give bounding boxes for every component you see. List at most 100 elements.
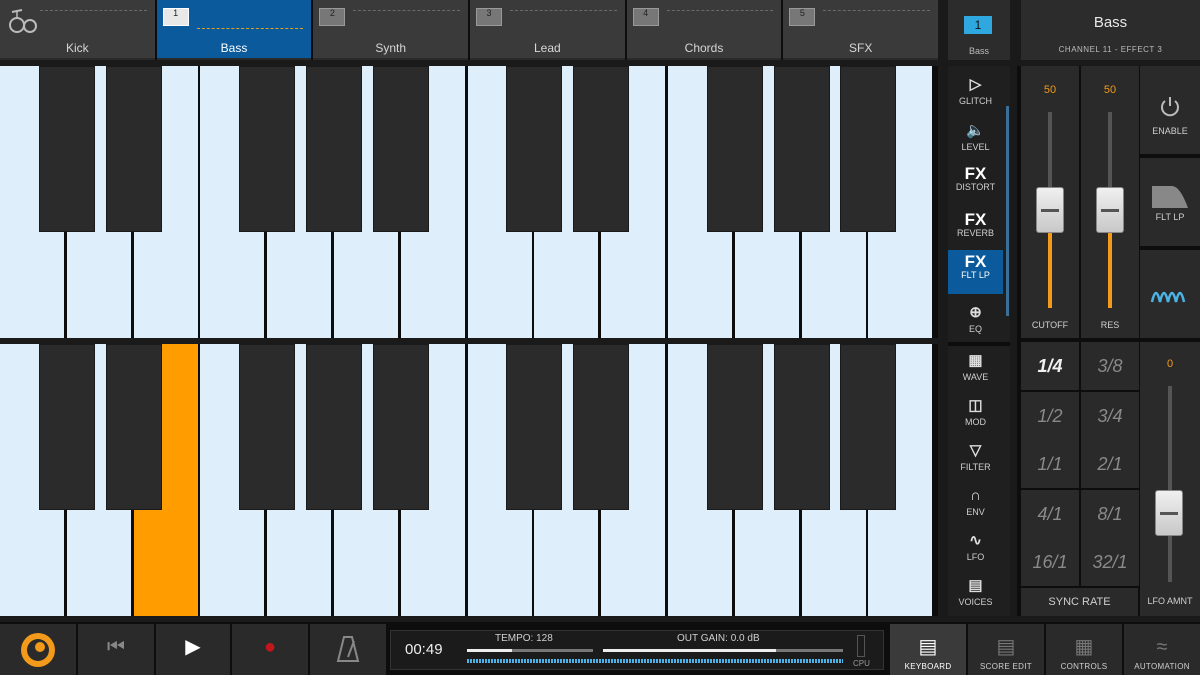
- tool-glitch[interactable]: ▷ GLITCH: [948, 70, 1003, 114]
- tool-label: WAVE: [962, 372, 989, 382]
- tempo-slider-fill: [467, 649, 513, 652]
- track-name: Chords: [684, 41, 724, 55]
- black-key[interactable]: [774, 66, 830, 232]
- sync-rate-option[interactable]: 8/1: [1081, 490, 1139, 538]
- tool-scrollbar[interactable]: [1006, 106, 1009, 316]
- lfo-amount-handle[interactable]: [1155, 490, 1183, 536]
- metronome-button[interactable]: [310, 624, 386, 675]
- sync-rate-option[interactable]: 32/1: [1081, 538, 1139, 586]
- track-bass[interactable]: 1 Bass: [156, 0, 312, 60]
- grid-icon: ▦: [1074, 636, 1094, 658]
- tool-filter[interactable]: ▽ FILTER: [948, 436, 1003, 480]
- filter-type-button[interactable]: FLT LP: [1140, 158, 1200, 246]
- tool-env[interactable]: ∩ ENV: [948, 481, 1003, 525]
- black-key[interactable]: [707, 66, 763, 232]
- tool-voices[interactable]: ▤ VOICES: [948, 571, 1003, 615]
- piano-keyboard-lower[interactable]: [0, 344, 938, 616]
- black-key[interactable]: [373, 344, 429, 510]
- lfo-amount-slider[interactable]: 0 LFO AMNT: [1140, 342, 1200, 616]
- lfo-wave-button[interactable]: [1140, 250, 1200, 338]
- track-synth[interactable]: 2 Synth: [313, 0, 469, 60]
- tool-reverb[interactable]: FX REVERB: [948, 208, 1003, 252]
- track-kick[interactable]: Kick: [0, 0, 155, 60]
- tool-label: LEVEL: [961, 142, 990, 152]
- black-key[interactable]: [506, 66, 562, 232]
- tool-label: GLITCH: [958, 96, 992, 106]
- play-button[interactable]: ▶: [156, 624, 230, 675]
- sync-rate-option[interactable]: 3/8: [1081, 342, 1139, 390]
- tool-distort[interactable]: FX DISTORT: [948, 162, 1003, 206]
- track-lead[interactable]: 3 Lead: [470, 0, 625, 60]
- tempo-slider[interactable]: [467, 649, 593, 652]
- channel-subtitle: CHANNEL 11 - EFFECT 3: [1058, 45, 1163, 54]
- app: Kick 1 Bass 2 Synth 3 Lead 4 Chords 5 SF…: [0, 0, 1200, 675]
- enable-button[interactable]: ENABLE: [1140, 66, 1200, 154]
- sync-rate-option[interactable]: 1/2: [1021, 392, 1079, 440]
- lfo-amount-track: [1168, 386, 1172, 582]
- black-key[interactable]: [106, 66, 162, 232]
- fx-icon: FX: [964, 210, 987, 229]
- res-handle[interactable]: [1096, 187, 1124, 233]
- channel-badge[interactable]: 1 Bass: [948, 0, 1010, 60]
- filter-type-label: FLT LP: [1155, 212, 1185, 222]
- black-key[interactable]: [840, 344, 896, 510]
- cpu-meter: [857, 635, 865, 657]
- tool-mod[interactable]: ◫ MOD: [948, 391, 1003, 435]
- tool-level[interactable]: 🔈 LEVEL: [948, 116, 1003, 160]
- sync-rate-option[interactable]: 2/1: [1081, 440, 1139, 488]
- rewind-button[interactable]: ⏮: [78, 624, 154, 675]
- black-key[interactable]: [239, 344, 295, 510]
- view-controls-button[interactable]: ▦ CONTROLS: [1046, 624, 1122, 675]
- view-automation-button[interactable]: ≈ AUTOMATION: [1124, 624, 1200, 675]
- gain-slider-fill: [603, 649, 776, 652]
- tool-label: EQ: [968, 324, 982, 334]
- track-name: Kick: [66, 41, 89, 55]
- tool-label: MOD: [965, 417, 986, 427]
- track-pattern-preview: [666, 10, 774, 34]
- black-key[interactable]: [573, 344, 629, 510]
- piano-keyboard-upper[interactable]: [0, 66, 938, 338]
- black-key[interactable]: [306, 344, 362, 510]
- tool-label: FLT LP: [961, 270, 990, 280]
- black-key[interactable]: [239, 66, 295, 232]
- black-key[interactable]: [506, 344, 562, 510]
- black-key[interactable]: [707, 344, 763, 510]
- sync-rate-option[interactable]: 1/4: [1021, 342, 1079, 390]
- record-button[interactable]: ●: [232, 624, 308, 675]
- view-keyboard-button[interactable]: ▤ KEYBOARD: [890, 624, 966, 675]
- sync-rate-option[interactable]: 3/4: [1081, 392, 1139, 440]
- cutoff-slider[interactable]: 50 CUTOFF: [1021, 66, 1079, 338]
- sync-rate-option[interactable]: 4/1: [1021, 490, 1079, 538]
- track-sfx[interactable]: 5 SFX: [783, 0, 939, 60]
- black-key[interactable]: [39, 66, 95, 232]
- black-key[interactable]: [106, 344, 162, 510]
- tool-wave[interactable]: ▦ WAVE: [948, 346, 1003, 390]
- keyboard-icon: 4: [632, 8, 659, 26]
- black-key[interactable]: [774, 344, 830, 510]
- tool-lfo[interactable]: ∿ LFO: [948, 526, 1003, 570]
- track-chords[interactable]: 4 Chords: [626, 0, 782, 60]
- app-logo-button[interactable]: [0, 624, 76, 675]
- sync-rate-grid: 1/4 3/8 1/2 3/4 1/1 2/1 4/1 8/1 16/1 32/…: [1021, 342, 1139, 616]
- wave-shape-icon: [1150, 291, 1186, 303]
- enable-label: ENABLE: [1152, 126, 1188, 136]
- black-key[interactable]: [373, 66, 429, 232]
- tool-flt-lp[interactable]: FX FLT LP: [948, 250, 1003, 294]
- black-key[interactable]: [840, 66, 896, 232]
- sync-rate-option[interactable]: 1/1: [1021, 440, 1079, 488]
- tool-label: ENV: [966, 507, 985, 517]
- black-key[interactable]: [573, 66, 629, 232]
- black-key[interactable]: [306, 66, 362, 232]
- cutoff-handle[interactable]: [1036, 187, 1064, 233]
- view-score-edit-button[interactable]: ▤ SCORE EDIT: [968, 624, 1044, 675]
- mod-icon: ◫: [968, 397, 983, 414]
- gain-slider[interactable]: [603, 649, 843, 652]
- res-slider[interactable]: 50 RES: [1081, 66, 1139, 338]
- score-icon: ▤: [996, 636, 1016, 658]
- fx-icon: FX: [964, 164, 987, 183]
- tool-eq[interactable]: ⊕ EQ: [948, 298, 1003, 342]
- black-key[interactable]: [39, 344, 95, 510]
- view-label: CONTROLS: [1060, 662, 1108, 671]
- sync-rate-option[interactable]: 16/1: [1021, 538, 1079, 586]
- automation-icon: ≈: [1156, 636, 1168, 658]
